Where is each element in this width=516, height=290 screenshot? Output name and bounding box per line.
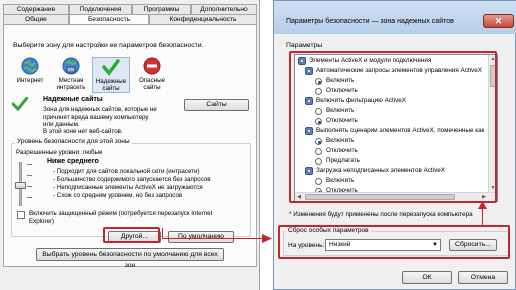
- tab-row-top: Содержание Подключения Программы Дополни…: [3, 4, 257, 14]
- zone-no-sites: В этой зоне нет веб-сайтов.: [43, 128, 123, 135]
- zone-trusted[interactable]: Надежные сайты: [92, 57, 130, 93]
- level-bullet: - Схож со средним уровнем, но без запрос…: [53, 192, 183, 199]
- protected-mode-label: Включить защищенный режим (потребуется п…: [29, 210, 213, 225]
- level-name: Ниже среднего: [47, 158, 99, 165]
- tab-privacy[interactable]: Конфиденциальность: [149, 14, 257, 24]
- zone-label: Местная интрасеть: [56, 77, 86, 91]
- custom-button-highlight: [103, 227, 160, 243]
- protected-mode-checkbox[interactable]: [17, 211, 25, 219]
- tab-content[interactable]: Содержание: [3, 4, 69, 14]
- tab-connections[interactable]: Подключения: [69, 4, 132, 14]
- arrow-up-head-icon: [478, 201, 487, 209]
- sites-button[interactable]: Сайты: [184, 99, 249, 111]
- level-group-title: Уровень безопасности для этой зоны: [15, 138, 132, 145]
- restart-note: * Изменения будут применены после переза…: [289, 211, 473, 218]
- intranet-icon: [62, 57, 80, 75]
- zone-title: Надежные сайты: [43, 96, 103, 103]
- zone-internet[interactable]: Интернет: [11, 57, 49, 84]
- arrow-head-icon: [262, 234, 272, 243]
- tab-general[interactable]: Общие: [3, 14, 69, 24]
- settings-list-highlight: [289, 51, 497, 203]
- level-bullet: - Неподписанные элементы ActiveX не загр…: [53, 184, 203, 191]
- choose-zone-text: Выберите зону для настройки ее параметро…: [13, 42, 204, 49]
- zone-label: Надежные сайты: [95, 78, 127, 92]
- level-slider-thumb[interactable]: [15, 182, 26, 189]
- arrow-connector: [162, 238, 267, 239]
- level-bullet: - Подходит для сайтов локальной сети (ин…: [53, 168, 200, 175]
- dialog-title: Параметры безопасности — зона надежных с…: [286, 18, 454, 25]
- zone-intranet[interactable]: Местная интрасеть: [52, 57, 90, 91]
- zone-label: Интернет: [16, 77, 44, 84]
- default-level-button[interactable]: По умолчанию: [168, 231, 234, 243]
- level-bullet: - Большинство содержимого запускается бе…: [53, 176, 211, 183]
- zone-check-icon: [11, 96, 29, 113]
- zone-restricted[interactable]: Опасные сайты: [133, 57, 171, 91]
- zone-description: Зона для надежных сайтов, которые не при…: [43, 106, 157, 128]
- reset-group-highlight: [278, 225, 510, 259]
- zone-label: Опасные сайты: [138, 77, 165, 91]
- internet-options-dialog: Содержание Подключения Программы Дополни…: [0, 0, 260, 290]
- ok-button[interactable]: ОК: [402, 271, 452, 284]
- tab-row-bottom: Общие Безопасность Конфиденциальность: [3, 14, 257, 25]
- allowed-levels: Разрешенные уровни: любые: [16, 149, 103, 156]
- params-label: Параметры: [286, 42, 323, 49]
- restricted-icon: [143, 57, 161, 75]
- close-button[interactable]: ✕: [483, 14, 514, 28]
- title-bar: Параметры безопасности — зона надежных с…: [274, 1, 516, 34]
- tab-programs[interactable]: Программы: [132, 4, 191, 14]
- reset-all-zones-button[interactable]: Выбрать уровень безопасности по умолчани…: [36, 248, 224, 269]
- cancel-button[interactable]: Отмена: [458, 271, 508, 284]
- tab-advanced[interactable]: Дополнительно: [191, 4, 257, 14]
- trusted-check-icon: [102, 58, 120, 76]
- arrow-connector: [162, 228, 163, 238]
- globe-icon: [21, 57, 39, 75]
